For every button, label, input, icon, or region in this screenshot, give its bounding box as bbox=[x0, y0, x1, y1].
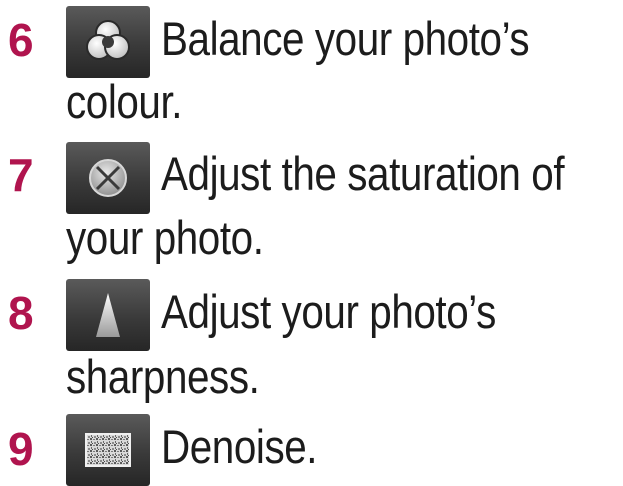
item-description-line-1: Denoise. bbox=[161, 420, 318, 473]
item-number: 7 bbox=[8, 149, 34, 201]
colour-balance-icon bbox=[66, 6, 150, 78]
item-description-line-2: your photo. bbox=[66, 211, 264, 264]
item-number: 6 bbox=[8, 14, 34, 66]
item-number: 8 bbox=[8, 287, 34, 339]
item-description-line-1: Adjust the saturation of bbox=[161, 147, 565, 200]
item-description-line-2: colour. bbox=[66, 75, 183, 128]
item-description-line-2: sharpness. bbox=[66, 350, 260, 403]
item-number: 9 bbox=[8, 423, 34, 475]
denoise-icon bbox=[66, 414, 150, 486]
sharpness-icon bbox=[66, 279, 150, 351]
item-description-line-1: Adjust your photo’s bbox=[161, 285, 496, 338]
item-description-line-1: Balance your photo’s bbox=[161, 12, 530, 65]
saturation-icon bbox=[66, 142, 150, 214]
